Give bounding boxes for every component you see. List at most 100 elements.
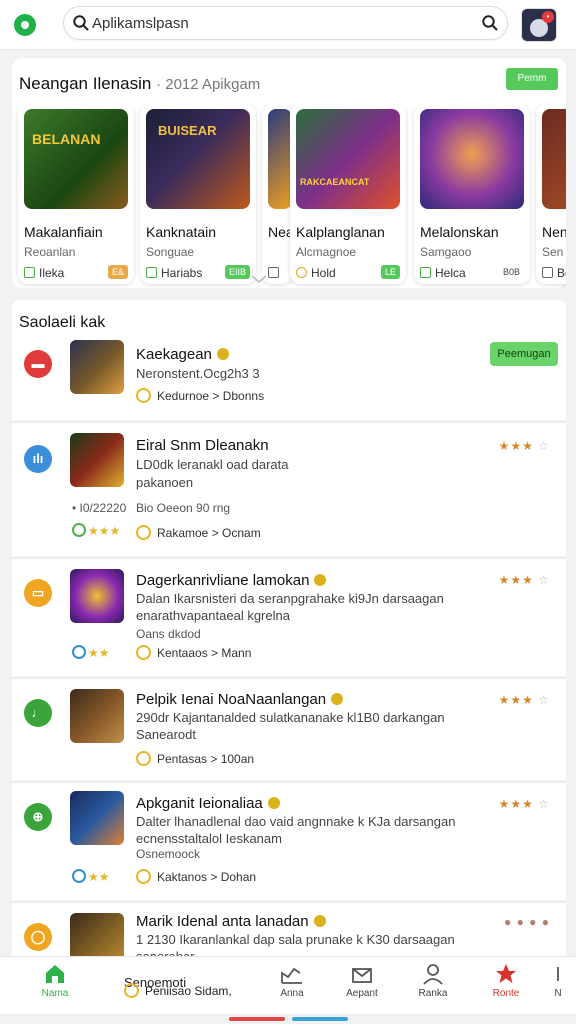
home-indicator-right xyxy=(292,1017,348,1021)
grid-icon xyxy=(24,267,35,278)
overflow-rating-text: Peniisao Sidam, xyxy=(145,984,232,998)
card-sub: Songuae xyxy=(146,245,195,259)
person-icon xyxy=(423,964,443,985)
item-rating: Kedurnoe > Dbonns xyxy=(136,388,264,403)
top-bar: • xyxy=(0,0,576,50)
chat-bubble-icon xyxy=(72,523,86,537)
star-icon xyxy=(496,964,516,983)
item-title-text: Pelpik Ienai NoaNaanlangan xyxy=(136,691,327,708)
verified-icon xyxy=(267,797,280,809)
bottom-nav: Senoemoti Peniisao Sidam, Nama Anna Aepa… xyxy=(0,956,576,1014)
search-input[interactable] xyxy=(92,12,472,34)
list-item[interactable]: ♩ Pelpik Ienai NoaNaanlangan 290dr Kajan… xyxy=(12,678,566,780)
card-meta-text: Be xyxy=(557,266,566,280)
list-item[interactable]: ılı Eiral Snm Dleanakn LD0dk leranakl oa… xyxy=(12,422,566,556)
game-art-label: BELANAN xyxy=(32,131,101,147)
category-icon: ⊕ xyxy=(24,803,52,831)
list-item[interactable]: ▭ Dagerkanrivliane lamokan Dalan Ikarsni… xyxy=(12,558,566,676)
avatar[interactable]: • xyxy=(521,8,557,42)
card-meta xyxy=(268,266,283,280)
star-icons: ★★ xyxy=(88,646,110,660)
nav-label: Aepant xyxy=(346,988,378,999)
featured-card[interactable]: BUISEAR Kanknatain Songuae Hariabs EIIB xyxy=(140,104,256,284)
nav-profile[interactable]: Ranka xyxy=(403,963,463,1011)
app-thumbnail xyxy=(70,791,124,845)
home-icon xyxy=(46,965,64,983)
item-title-text: Marik Idenal anta lanadan xyxy=(136,913,309,930)
item-extra: Bio Oeeon 90 rng xyxy=(136,501,231,515)
chat-bubble-icon xyxy=(72,869,86,883)
item-title: Eiral Snm Dleanakn xyxy=(136,437,269,454)
verified-icon xyxy=(314,574,327,586)
search-submit-icon[interactable] xyxy=(481,14,499,32)
nav-label: N xyxy=(554,988,562,999)
item-rating-text: Kentaaos > Mann xyxy=(157,646,252,660)
item-title: Marik Idenal anta lanadan xyxy=(136,913,326,930)
nav-apps[interactable]: Anna xyxy=(262,963,322,1011)
mail-icon xyxy=(352,968,372,983)
nav-label: Ronte xyxy=(492,988,520,999)
item-badges: ★★ xyxy=(72,645,110,660)
card-name: Nen xyxy=(542,224,566,240)
item-title-text: Apkganit Ieionaliaa xyxy=(136,795,263,812)
game-art-image xyxy=(420,109,524,209)
nav-label: Nama xyxy=(41,988,69,999)
chart-icon xyxy=(281,967,302,984)
item-stars: ★★★ ☆ xyxy=(498,573,550,587)
featured-more-button[interactable]: Pemm xyxy=(506,68,558,90)
item-desc: 290dr Kajantanalded sulatkananake kl1B0 … xyxy=(136,710,445,725)
nav-updates[interactable]: Aepant xyxy=(332,963,392,1011)
card-meta-text: Hariabs xyxy=(161,266,203,280)
star-icons: ★★ xyxy=(88,870,110,884)
app-logo-icon[interactable] xyxy=(14,14,36,36)
list-item[interactable]: ⊕ Apkganit Ieionaliaa Dalter lhanadlenal… xyxy=(12,782,566,900)
coin-icon xyxy=(124,983,139,998)
item-title-text: Dagerkanrivliane lamokan xyxy=(136,572,310,589)
coin-icon xyxy=(136,645,151,660)
item-rating: Kentaaos > Mann xyxy=(136,645,251,660)
search-bar[interactable] xyxy=(63,6,508,40)
list-item[interactable]: ▬ Kaekagean Neronstent.Ocg2h3 3 Kedurnoe… xyxy=(12,330,566,420)
coin-icon xyxy=(136,388,151,403)
card-name: Kalplanglanan xyxy=(296,224,385,240)
app-thumbnail xyxy=(70,913,124,962)
item-date: • I0/22220 xyxy=(72,501,127,515)
item-stars: ★★★ ☆ xyxy=(498,439,550,453)
card-meta: Hold xyxy=(296,266,336,280)
featured-card[interactable]: Melalonskan Samgaoo Helca B0B xyxy=(414,104,530,284)
card-badge: E& xyxy=(107,265,128,279)
card-name: Kanknatain xyxy=(146,224,217,240)
nav-home[interactable]: Nama xyxy=(25,963,85,1011)
verified-icon xyxy=(216,348,229,360)
nav-more[interactable]: N xyxy=(540,963,576,1011)
card-sub: Sen xyxy=(542,245,564,259)
featured-card[interactable]: BELANAN Makalanfiain Reoanlan Ileka E& xyxy=(18,104,134,284)
nav-label: Ranka xyxy=(418,988,448,999)
game-art-image: RAKCAEANCAT xyxy=(296,109,400,209)
game-art-image xyxy=(542,109,566,209)
item-badges: ★★ xyxy=(72,869,110,884)
list-item[interactable]: ◯ Marik Idenal anta lanadan 1 2130 Ikara… xyxy=(12,902,566,962)
nav-favorites[interactable]: Ronte xyxy=(476,963,536,1011)
featured-card[interactable]: Nea xyxy=(262,104,294,284)
coin-icon xyxy=(296,267,307,278)
install-button[interactable]: Peemugan xyxy=(490,342,558,366)
featured-card[interactable]: Nen Sen Be xyxy=(536,104,566,284)
card-meta: Be xyxy=(542,266,566,280)
card-sub: Alcmagnoe xyxy=(296,245,357,259)
featured-card[interactable]: RAKCAEANCAT Kalplanglanan Alcmagnoe Hold… xyxy=(290,104,406,284)
item-rating: Pentasas > 100an xyxy=(136,751,254,766)
coin-icon xyxy=(136,525,151,540)
category-icon: ♩ xyxy=(24,699,52,727)
grid-icon xyxy=(146,267,157,278)
featured-section: Neangan Ilenasin · 2012 Apikgam Pemm BEL… xyxy=(12,58,566,288)
overflow-rating: Peniisao Sidam, xyxy=(124,983,232,998)
item-title: Pelpik Ienai NoaNaanlangan xyxy=(136,691,344,708)
card-sub: Samgaoo xyxy=(420,245,472,259)
featured-title-text: Neangan Ilenasin xyxy=(19,74,152,93)
featured-carousel[interactable]: BELANAN Makalanfiain Reoanlan Ileka E& B… xyxy=(12,104,566,288)
item-extra: Oans dkdod xyxy=(136,627,201,641)
app-thumbnail xyxy=(70,569,124,623)
carousel-scroll-indicator-icon xyxy=(251,275,267,283)
category-icon: ▬ xyxy=(24,350,52,378)
